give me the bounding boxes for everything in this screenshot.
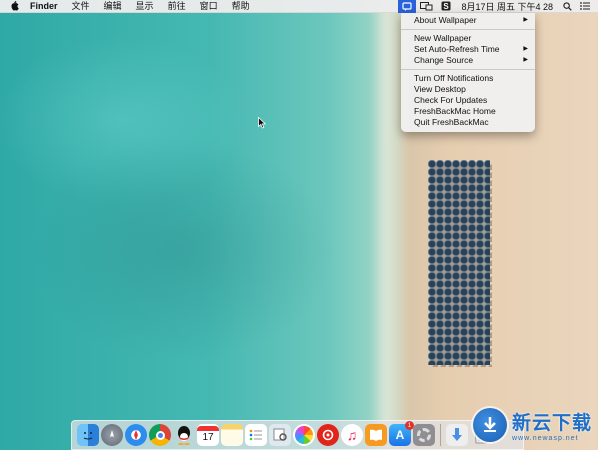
watermark-title: 新云下载 <box>511 413 592 434</box>
menu-help[interactable]: 帮助 <box>225 0 257 13</box>
menu-separator <box>401 29 535 30</box>
menu-edit[interactable]: 编辑 <box>97 0 129 13</box>
svg-text:S: S <box>444 2 450 11</box>
submenu-arrow-icon: ▶ <box>523 17 528 23</box>
menu-bar: Finder 文件 编辑 显示 前往 窗口 帮助 S 8月17日 周五 下午4 … <box>0 0 598 13</box>
menu-item-label: Check For Updates <box>414 95 488 105</box>
qq-icon[interactable] <box>173 424 195 446</box>
netease-music-icon[interactable] <box>317 424 339 446</box>
spotlight-search-icon[interactable] <box>559 0 576 13</box>
mouse-cursor-icon <box>258 116 267 134</box>
menu-item-label: Set Auto-Refresh Time <box>414 44 500 54</box>
freshback-menu-icon[interactable] <box>398 0 417 13</box>
notification-center-icon[interactable] <box>576 0 598 13</box>
launchpad-icon[interactable] <box>101 424 123 446</box>
menu-item-label: Change Source <box>414 55 474 65</box>
status-area: S 8月17日 周五 下午4 28 <box>398 0 598 13</box>
menu-go[interactable]: 前往 <box>161 0 193 13</box>
itunes-icon[interactable]: ♫ <box>341 424 363 446</box>
wallpaper-umbrellas <box>428 160 490 365</box>
menu-separator <box>401 69 535 70</box>
finder-icon[interactable] <box>77 424 99 446</box>
menu-item-check-updates[interactable]: Check For Updates <box>401 95 535 106</box>
reminders-icon[interactable] <box>245 424 267 446</box>
dock: 17 ♫ A 1 <box>71 420 524 450</box>
preview-icon[interactable] <box>269 424 291 446</box>
menu-item-view-desktop[interactable]: View Desktop <box>401 84 535 95</box>
watermark: 新云下载 www.newasp.net <box>472 408 592 442</box>
menu-item-label: View Desktop <box>414 84 466 94</box>
system-preferences-icon[interactable] <box>413 424 435 446</box>
menu-item-quit[interactable]: Quit FreshBackMac <box>401 117 535 128</box>
menu-app-finder[interactable]: Finder <box>20 0 65 13</box>
notes-icon[interactable] <box>221 424 243 446</box>
watermark-logo-icon <box>472 408 507 442</box>
menu-item-label: New Wallpaper <box>414 33 472 43</box>
watermark-text: 新云下载 www.newasp.net <box>512 408 592 442</box>
menu-item-label: FreshBackMac Home <box>414 106 496 116</box>
menu-item-new-wallpaper[interactable]: New Wallpaper <box>401 33 535 44</box>
menu-item-label: Turn Off Notifications <box>414 73 494 83</box>
menu-view[interactable]: 显示 <box>129 0 161 13</box>
calendar-day: 17 <box>202 431 214 443</box>
app-store-icon[interactable]: A 1 <box>389 421 414 446</box>
ibooks-icon[interactable] <box>365 424 387 446</box>
submenu-arrow-icon: ▶ <box>523 46 528 52</box>
s-app-icon[interactable]: S <box>437 0 455 13</box>
freshback-dropdown-menu: About Wallpaper ▶ New Wallpaper Set Auto… <box>401 13 535 132</box>
display-mirroring-icon[interactable] <box>416 0 437 13</box>
menu-item-label: About Wallpaper <box>414 15 477 25</box>
dock-separator <box>440 424 441 446</box>
menu-item-change-source[interactable]: Change Source ▶ <box>401 55 535 66</box>
downloads-stack-icon[interactable] <box>446 424 468 446</box>
menu-item-about-wallpaper[interactable]: About Wallpaper ▶ <box>401 15 535 26</box>
safari-icon[interactable] <box>125 424 147 446</box>
menu-item-turn-off-notifications[interactable]: Turn Off Notifications <box>401 73 535 84</box>
menu-item-set-auto-refresh[interactable]: Set Auto-Refresh Time ▶ <box>401 44 535 55</box>
menu-file[interactable]: 文件 <box>65 0 97 13</box>
watermark-url: www.newasp.net <box>511 435 579 442</box>
menu-item-freshbackmac-home[interactable]: FreshBackMac Home <box>401 106 535 117</box>
photos-icon[interactable] <box>293 424 315 446</box>
submenu-arrow-icon: ▶ <box>523 57 528 63</box>
menu-window[interactable]: 窗口 <box>193 0 225 13</box>
chrome-icon[interactable] <box>149 424 171 446</box>
apple-menu-icon[interactable] <box>8 1 20 11</box>
menu-item-label: Quit FreshBackMac <box>414 117 489 127</box>
calendar-icon[interactable]: 17 <box>197 424 219 446</box>
menubar-clock[interactable]: 8月17日 周五 下午4 28 <box>455 0 559 13</box>
